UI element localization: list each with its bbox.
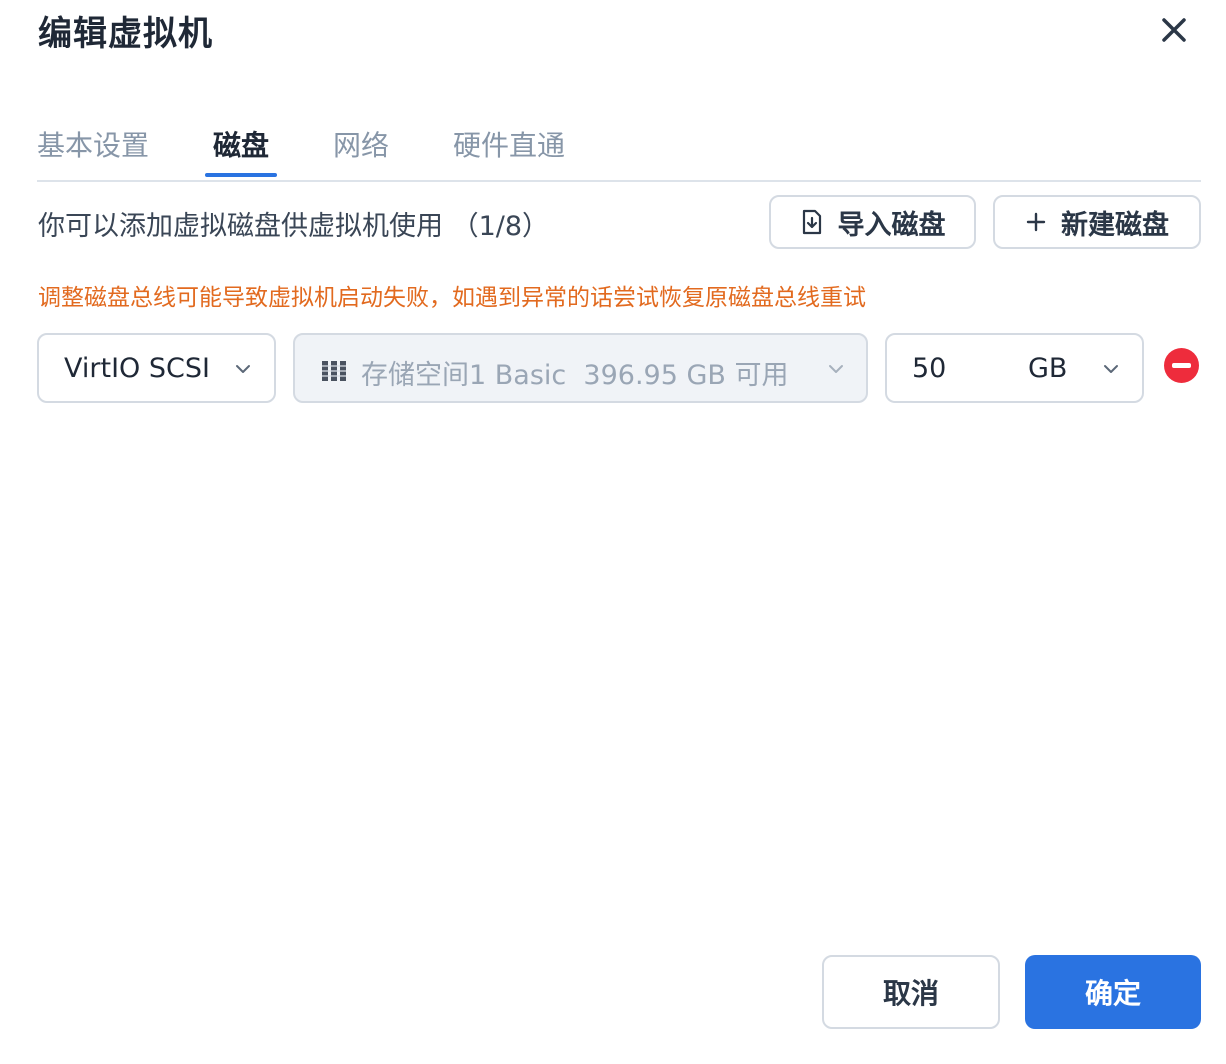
new-disk-label: 新建磁盘 xyxy=(1061,209,1169,241)
disk-size-unit-select[interactable]: GB xyxy=(1028,353,1067,384)
import-disk-label: 导入磁盘 xyxy=(837,209,946,241)
disk-size-input[interactable]: 50 xyxy=(912,353,946,384)
storage-volume-value: 存储空间1 Basic 396.95 GB 可用 xyxy=(361,360,789,391)
chevron-down-icon xyxy=(236,365,250,373)
close-icon[interactable] xyxy=(1158,14,1190,46)
tab-disk[interactable]: 磁盘 xyxy=(213,124,269,164)
import-file-icon xyxy=(802,209,821,235)
tab-network[interactable]: 网络 xyxy=(333,124,389,164)
chevron-down-icon[interactable] xyxy=(1102,360,1120,378)
disk-bus-select[interactable]: VirtIO SCSI xyxy=(37,333,276,403)
tab-hardware-passthrough[interactable]: 硬件直通 xyxy=(453,124,565,164)
dialog-title: 编辑虚拟机 xyxy=(38,14,213,54)
remove-bar xyxy=(1172,363,1191,368)
disk-count-description: 你可以添加虚拟磁盘供虚拟机使用 （1/8） xyxy=(38,211,550,242)
cancel-button[interactable]: 取消 xyxy=(822,955,1000,1029)
disk-size-field[interactable]: 50 GB xyxy=(885,333,1144,403)
confirm-button[interactable]: 确定 xyxy=(1025,955,1201,1029)
bus-change-warning: 调整磁盘总线可能导致虚拟机启动失败，如遇到异常的话尝试恢复原磁盘总线重试 xyxy=(38,285,866,311)
import-disk-button[interactable]: 导入磁盘 xyxy=(769,195,976,249)
disk-bus-value: VirtIO SCSI xyxy=(64,353,210,384)
active-tab-indicator xyxy=(205,173,277,177)
tab-bar: 基本设置 磁盘 网络 硬件直通 xyxy=(37,118,1201,182)
new-disk-button[interactable]: 新建磁盘 xyxy=(993,195,1201,249)
chevron-down-icon xyxy=(829,365,843,373)
tab-basic-settings[interactable]: 基本设置 xyxy=(37,124,149,164)
storage-volume-icon xyxy=(322,361,346,381)
storage-volume-select[interactable]: 存储空间1 Basic 396.95 GB 可用 xyxy=(293,333,868,403)
remove-circle-icon[interactable] xyxy=(1164,348,1199,383)
plus-icon xyxy=(1026,212,1046,232)
